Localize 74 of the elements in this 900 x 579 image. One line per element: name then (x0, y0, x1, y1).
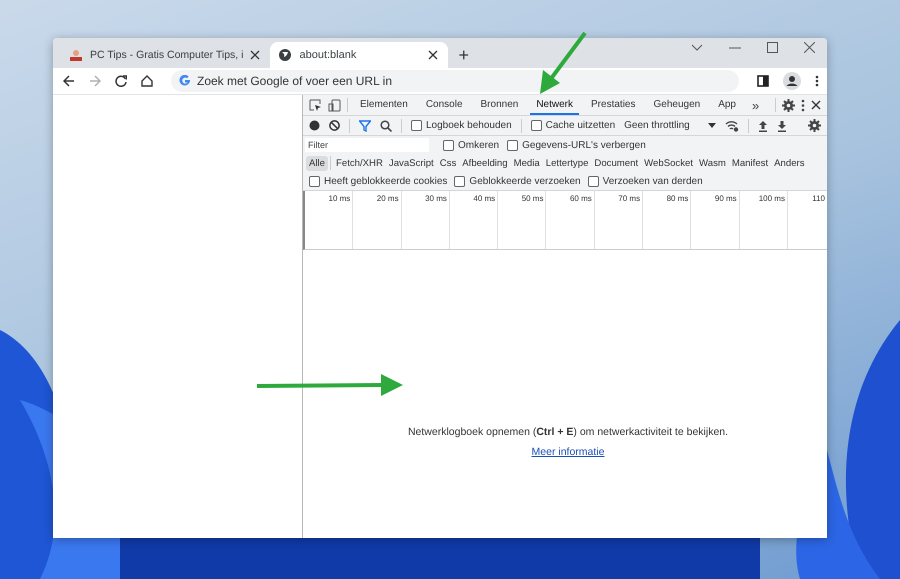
browser-tab[interactable]: about:blank (270, 42, 448, 68)
panel-tab[interactable]: Bronnen (474, 95, 524, 115)
minimize-icon[interactable] (729, 46, 741, 48)
more-info-link[interactable]: Meer informatie (532, 446, 604, 458)
close-icon[interactable] (804, 42, 815, 53)
search-icon[interactable] (380, 120, 392, 132)
type-filter-button[interactable]: Manifest (728, 156, 772, 170)
checkbox[interactable]: Logboek behouden (411, 120, 512, 131)
timeline-tick-label: 80 ms (666, 194, 688, 203)
upload-icon[interactable] (758, 120, 768, 132)
timeline-tick-label: 60 ms (570, 194, 592, 203)
filter-icon[interactable] (359, 120, 371, 132)
checkbox[interactable]: Gegevens-URL's verbergen (507, 140, 646, 150)
record-icon[interactable] (309, 120, 320, 131)
timeline-tick-label: 90 ms (714, 194, 737, 203)
type-filter-button[interactable]: Css (436, 156, 460, 170)
more-options-icon[interactable] (801, 98, 806, 112)
type-filter-button[interactable]: Media (510, 156, 543, 170)
back-icon[interactable] (63, 75, 75, 87)
settings-icon[interactable] (782, 98, 796, 112)
reload-icon[interactable] (115, 75, 127, 87)
panel-tab[interactable]: Elementen (354, 95, 414, 115)
type-filter-button[interactable]: WebSocket (641, 156, 696, 170)
browser-tab[interactable]: PC Tips - Gratis Computer Tips, i (61, 42, 270, 68)
panel-tab[interactable]: Console (420, 95, 469, 115)
clear-icon[interactable] (329, 120, 340, 131)
type-filter-button[interactable]: Wasm (696, 156, 729, 170)
type-filter-button[interactable]: Afbeelding (459, 156, 511, 170)
close-icon[interactable] (428, 50, 438, 60)
timeline-tick-label: 10 ms (328, 194, 350, 203)
filter-field[interactable]: Filter (305, 138, 429, 152)
person-favicon-icon (69, 48, 83, 62)
maximize-icon[interactable] (767, 42, 778, 53)
type-filter-button[interactable]: Lettertype (542, 156, 592, 170)
menu-icon[interactable] (815, 75, 819, 87)
globe-icon (278, 48, 292, 62)
checkbox[interactable]: Geblokkeerde verzoeken (454, 176, 581, 186)
side-panel-icon[interactable] (757, 75, 769, 87)
google-g-icon (179, 75, 191, 87)
new-tab-button[interactable]: + (448, 42, 479, 68)
timeline-tick-label: 70 ms (618, 194, 640, 203)
profile-icon[interactable] (783, 72, 801, 90)
timeline-tick-label: 40 ms (473, 194, 496, 203)
checkbox[interactable]: Verzoeken van derden (588, 176, 703, 186)
timeline-tick-label: 30 ms (425, 194, 447, 203)
throttling-dropdown[interactable]: Geen throttling (624, 120, 716, 131)
timeline-tick-label: 100 ms (758, 194, 785, 203)
close-icon[interactable] (250, 50, 260, 60)
type-filter-button[interactable]: Fetch/XHR (333, 156, 386, 170)
timeline-tick-label: 50 ms (522, 194, 544, 203)
inspect-icon[interactable] (309, 98, 322, 112)
chevron-down-icon[interactable] (691, 44, 703, 52)
type-filter-button[interactable]: Anders (771, 156, 808, 170)
dropdown-caret-icon (708, 123, 716, 128)
type-filter-button[interactable]: JavaScript (386, 156, 437, 170)
checkbox[interactable]: Cache uitzetten (530, 120, 616, 131)
empty-state-message: Netwerklogboek opnemen (Ctrl + E) om netwerkactiviteit te bekijken. (408, 425, 728, 438)
checkbox[interactable]: Omkeren (443, 140, 500, 150)
panel-tab[interactable]: Prestaties (585, 95, 642, 115)
checkbox[interactable]: Heeft geblokkeerde cookies (309, 176, 448, 186)
address-bar[interactable]: Zoek met Google of voer een URL in (171, 70, 739, 92)
home-icon[interactable] (141, 75, 153, 87)
close-icon[interactable] (811, 100, 822, 110)
more-panels-button[interactable]: » (748, 98, 764, 112)
panel-tab[interactable]: App (712, 95, 742, 115)
type-filter-button[interactable]: Document (591, 156, 642, 170)
type-filter-button[interactable]: Alle (306, 156, 328, 170)
device-icon[interactable] (328, 98, 341, 112)
timeline-tick-label: 110 (812, 194, 825, 203)
timeline-tick-label: 20 ms (376, 194, 399, 203)
settings-icon[interactable] (808, 119, 821, 132)
network-conditions-icon[interactable] (724, 120, 739, 132)
download-icon[interactable] (776, 120, 787, 132)
panel-tab[interactable]: Geheugen (647, 95, 706, 115)
